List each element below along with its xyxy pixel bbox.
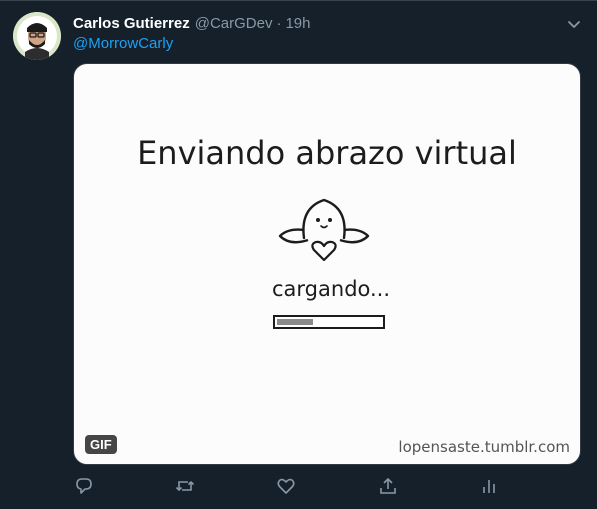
ghost-hug-illustration	[278, 198, 370, 262]
watermark: lopensaste.tumblr.com	[398, 438, 570, 456]
tweet-actions	[0, 474, 597, 498]
timestamp[interactable]: 19h	[285, 15, 310, 32]
author-handle[interactable]: @CarGDev	[195, 15, 273, 32]
tweet[interactable]: Carlos Gutierrez @CarGDev · 19h @MorrowC…	[0, 0, 597, 509]
avatar-illustration	[13, 12, 61, 60]
heart-icon[interactable]	[274, 474, 298, 498]
avatar[interactable]	[13, 12, 61, 60]
progress-fill	[277, 319, 313, 325]
reply-to-link[interactable]: @MorrowCarly	[73, 35, 173, 52]
analytics-icon[interactable]	[477, 474, 501, 498]
reply-icon[interactable]	[72, 474, 96, 498]
gif-title: Enviando abrazo virtual	[137, 134, 517, 172]
gif-media[interactable]: Enviando abrazo virtual cargando... lope…	[73, 63, 581, 465]
separator: ·	[276, 14, 282, 32]
loading-text: cargando...	[272, 277, 391, 301]
share-icon[interactable]	[376, 474, 400, 498]
gif-badge: GIF	[85, 435, 117, 454]
tweet-header: Carlos Gutierrez @CarGDev · 19h	[73, 13, 311, 33]
progress-bar	[273, 315, 385, 329]
author-name[interactable]: Carlos Gutierrez	[73, 15, 190, 32]
divider	[0, 0, 597, 1]
chevron-down-icon[interactable]	[564, 14, 584, 34]
retweet-icon[interactable]	[173, 474, 197, 498]
